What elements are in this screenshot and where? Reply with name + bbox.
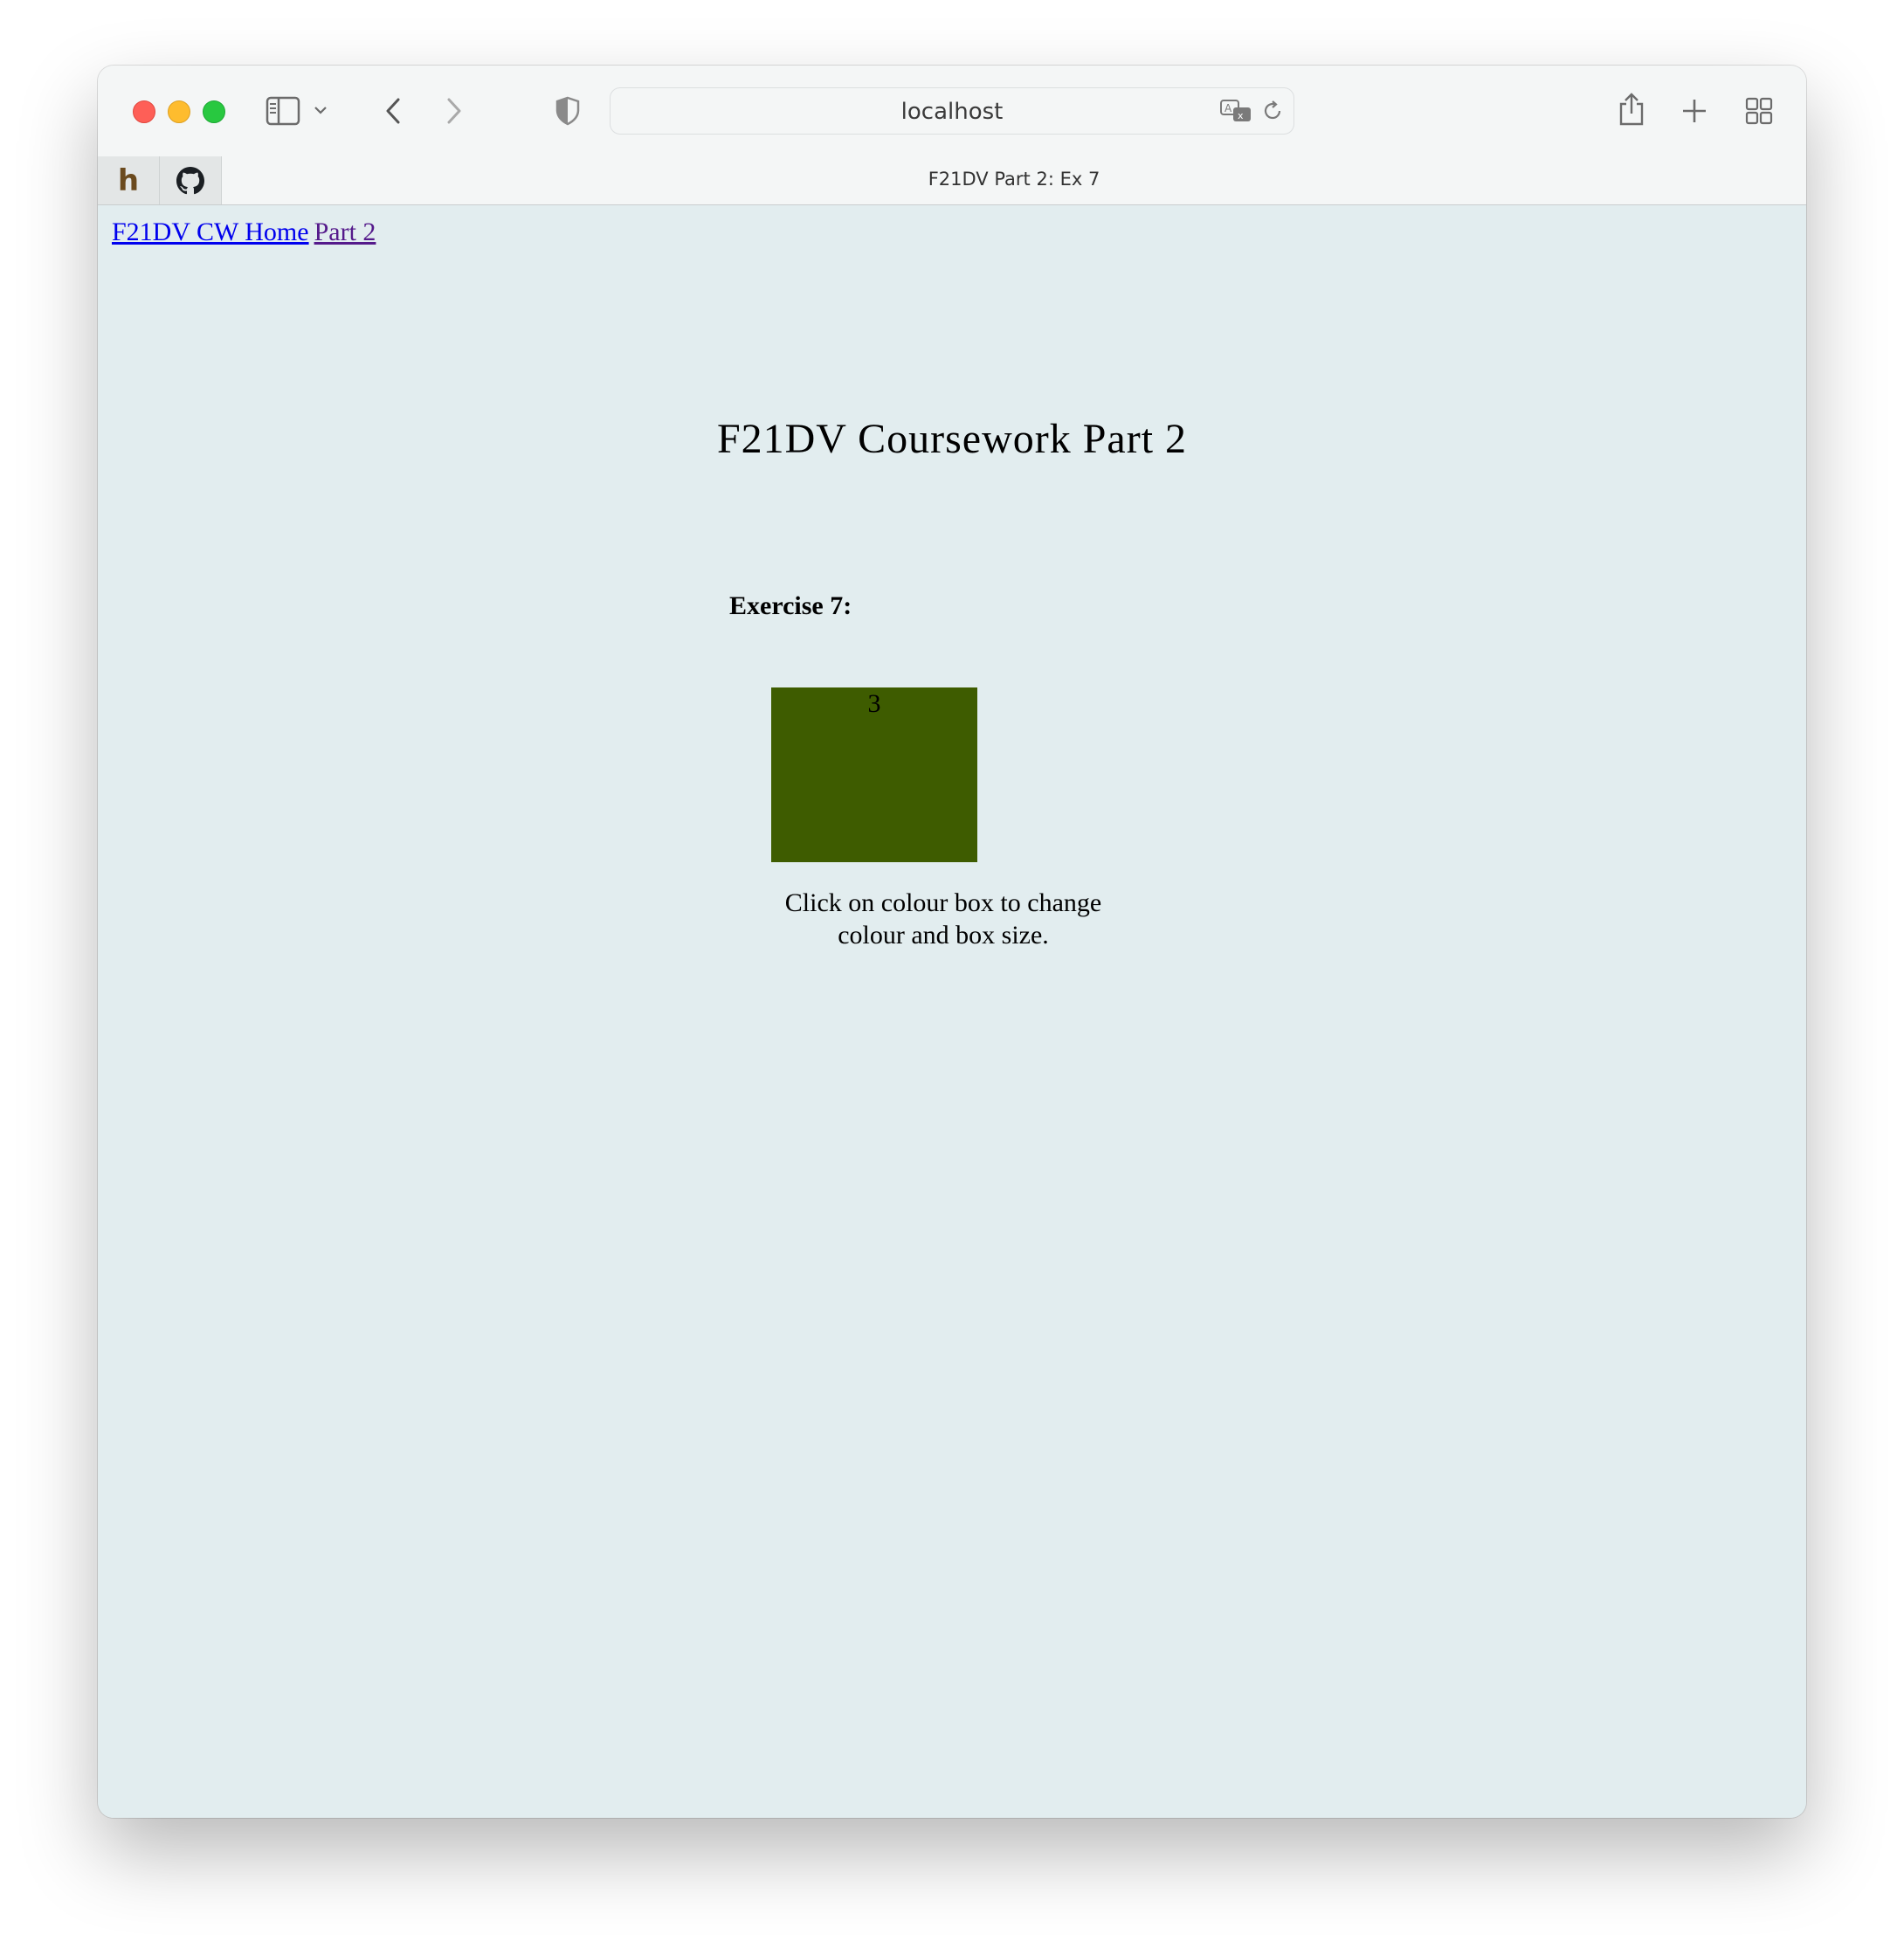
github-icon <box>176 166 204 194</box>
svg-text:x: x <box>1238 110 1244 121</box>
svg-text:A: A <box>1224 102 1232 114</box>
sidebar-icon[interactable] <box>266 93 300 128</box>
tab-bar: h F21DV Part 2: Ex 7 <box>98 156 1806 205</box>
instructions-text: Click on colour box to change colour and… <box>784 888 1102 950</box>
favorite-h[interactable]: h <box>98 156 160 204</box>
minimize-window-button[interactable] <box>168 100 190 123</box>
part-2-link[interactable]: Part 2 <box>314 218 376 246</box>
breadcrumb: F21DV CW Home Part 2 <box>112 218 376 247</box>
back-icon[interactable] <box>377 93 409 128</box>
new-tab-icon[interactable] <box>1679 93 1710 128</box>
zoom-window-button[interactable] <box>203 100 225 123</box>
tab-title[interactable]: F21DV Part 2: Ex 7 <box>222 169 1806 190</box>
page-content: F21DV CW Home Part 2 F21DV Coursework Par… <box>98 205 1806 1818</box>
address-bar[interactable]: localhost A x <box>610 87 1294 135</box>
close-window-button[interactable] <box>133 100 155 123</box>
h-icon: h <box>117 162 140 198</box>
colour-box[interactable]: 3 <box>771 687 977 862</box>
exercise-label: Exercise 7: <box>729 591 852 620</box>
home-link[interactable]: F21DV CW Home <box>112 218 309 246</box>
page-title: F21DV Coursework Part 2 <box>716 416 1188 462</box>
tab-overview-icon[interactable] <box>1742 93 1776 128</box>
translate-icon[interactable]: A x <box>1218 98 1253 124</box>
forward-icon[interactable] <box>438 93 470 128</box>
shield-icon[interactable] <box>552 93 583 128</box>
reload-icon[interactable] <box>1260 99 1285 123</box>
share-icon[interactable] <box>1616 90 1647 128</box>
browser-window: localhost A x h F21DV Part 2: Ex 7 F21DV… <box>98 66 1806 1818</box>
box-number: 3 <box>867 689 881 718</box>
chevron-down-icon[interactable] <box>311 100 330 120</box>
url-text: localhost <box>900 99 1004 125</box>
browser-toolbar: localhost A x <box>98 66 1806 156</box>
favorite-github[interactable] <box>160 156 222 204</box>
